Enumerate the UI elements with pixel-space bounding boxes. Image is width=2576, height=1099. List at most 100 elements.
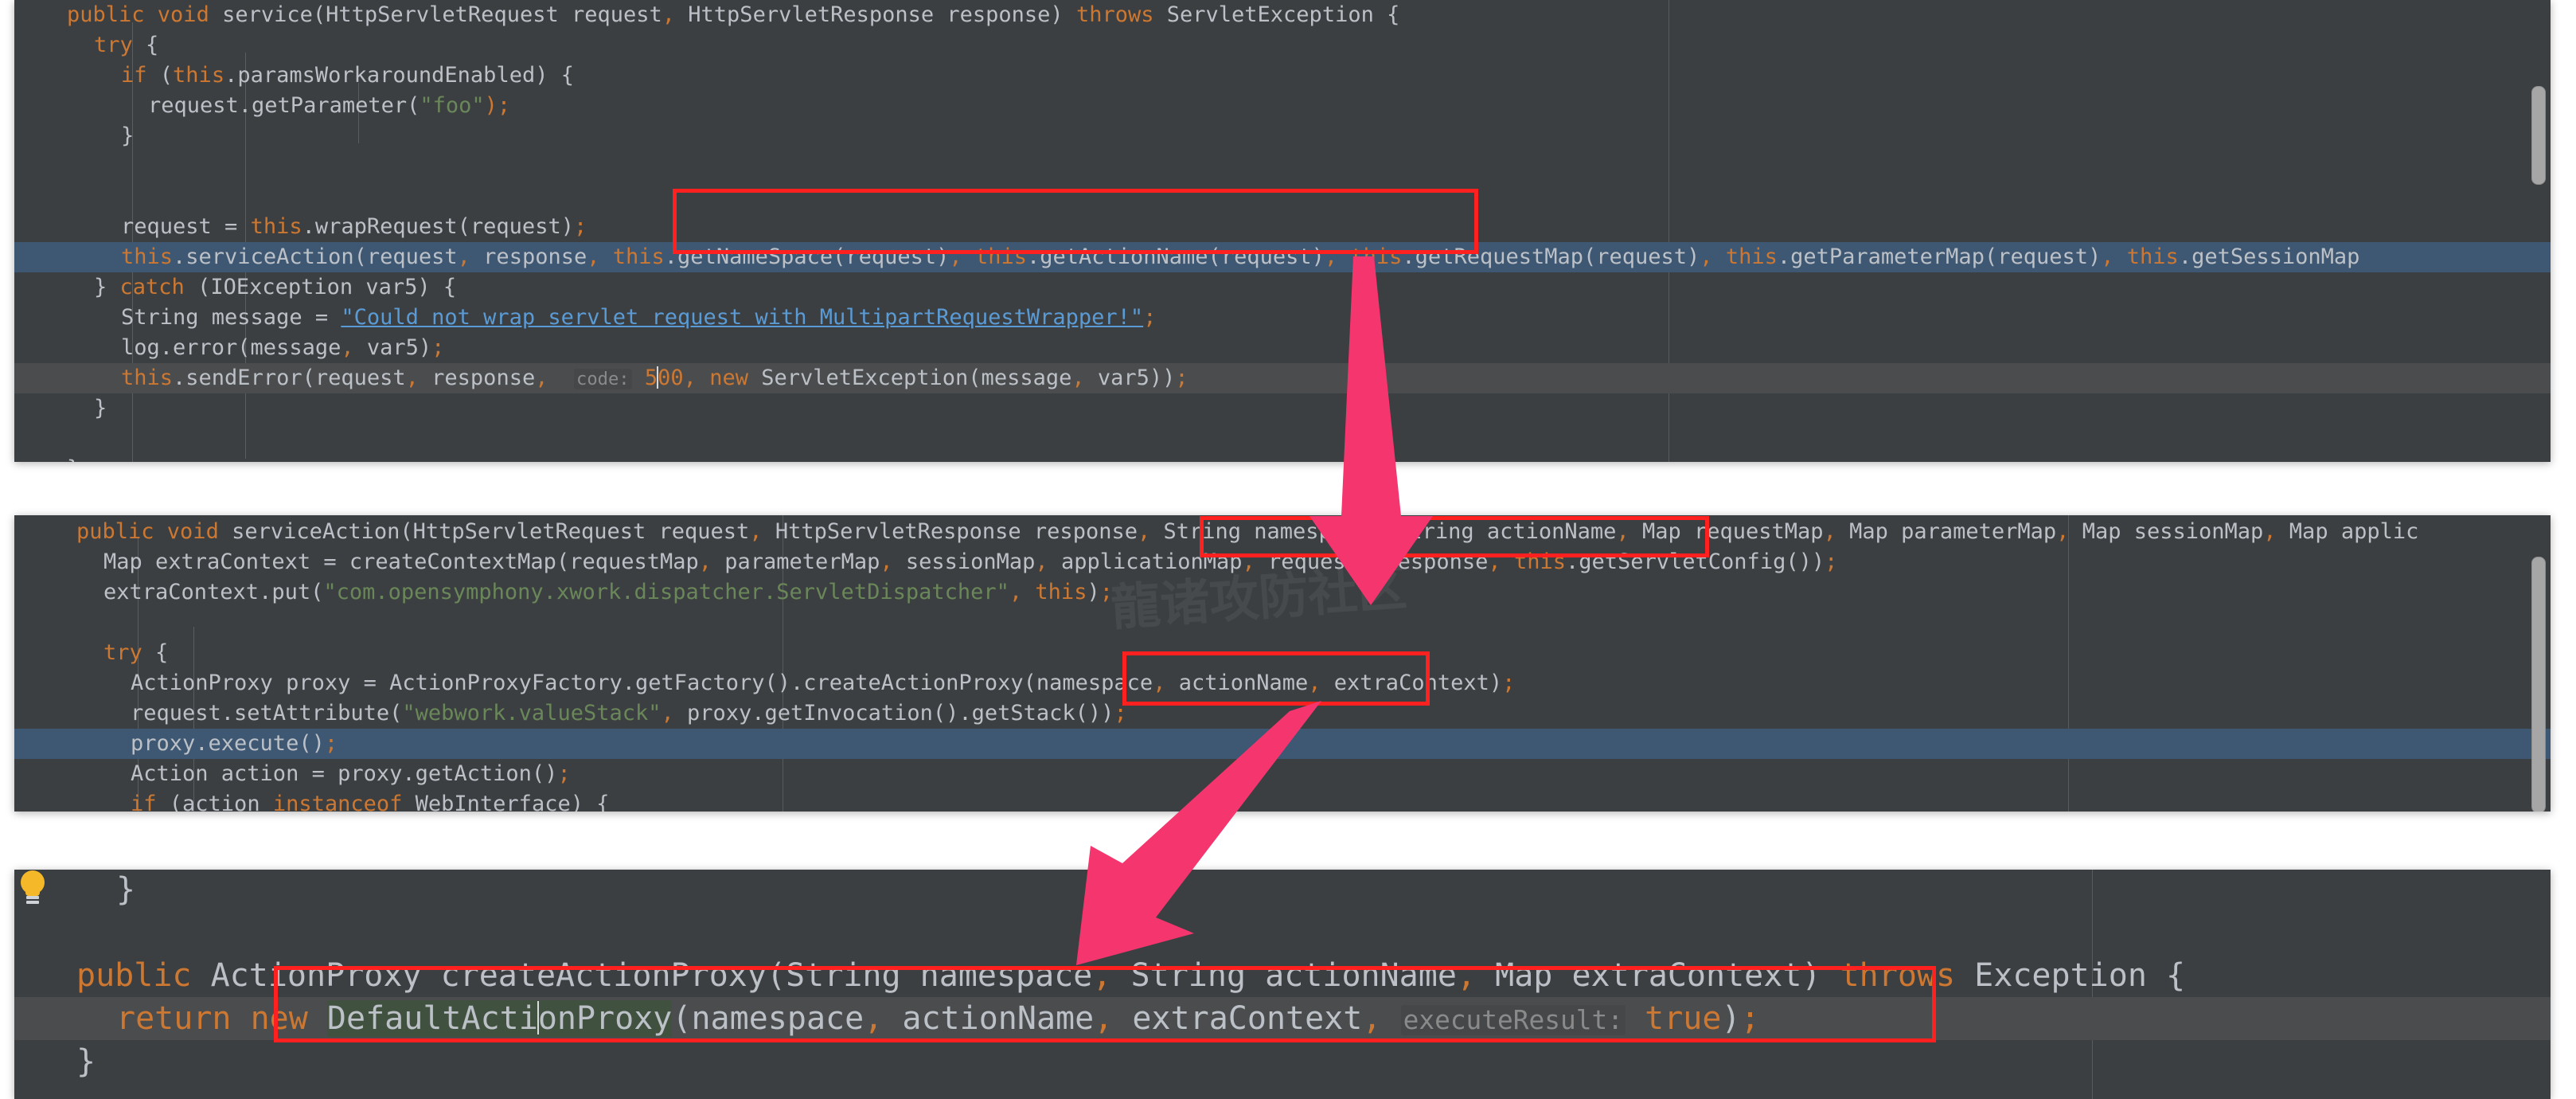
code-token: String message =	[121, 305, 342, 330]
code-token: );	[484, 93, 511, 118]
code-token: ;	[1114, 701, 1127, 725]
code-line[interactable]: Action action = proxy.getAction();	[14, 759, 2551, 789]
code-token: this	[1035, 580, 1087, 604]
code-area-create-action-proxy[interactable]: } public ActionProxy createActionProxy(St…	[14, 870, 2551, 1099]
code-line[interactable]: log.error(message, var5);	[14, 333, 2551, 363]
code-token: ,	[880, 550, 893, 574]
code-area-service-action[interactable]: 龍诸攻防社区 public void serviceAction(HttpSer…	[14, 515, 2551, 812]
code-token: Map sessionMap	[2069, 519, 2264, 544]
code-token: ,	[1092, 957, 1112, 994]
panel-service-action-vscrollbar[interactable]	[2531, 557, 2546, 812]
code-line[interactable]: }	[14, 870, 2551, 911]
code-line[interactable]: }	[14, 121, 2551, 151]
code-token: parameterMap	[712, 550, 880, 574]
code-line[interactable]: public ActionProxy createActionProxy(Str…	[14, 954, 2551, 997]
code-token: ,	[1071, 366, 1085, 390]
code-line-text: Action action = proxy.getAction();	[14, 759, 571, 789]
code-token: .getSessionMap	[2178, 244, 2360, 269]
code-line[interactable]: public void service(HttpServletRequest r…	[14, 0, 2551, 30]
code-line[interactable]: if (this.paramsWorkaroundEnabled) {	[14, 61, 2551, 91]
code-token: public	[76, 957, 211, 994]
code-token: ,	[1137, 519, 1151, 544]
code-line[interactable]: public void serviceAction(HttpServletReq…	[14, 517, 2551, 547]
code-token: this	[974, 244, 1027, 269]
code-line-text: }	[14, 1040, 96, 1083]
code-token: this	[121, 366, 174, 390]
code-token: .getServletConfig())	[1565, 550, 1825, 574]
code-token: ;	[1175, 366, 1188, 390]
code-token: extraContext	[1113, 1000, 1363, 1037]
code-line[interactable]: if (action instanceof WebInterface) {	[14, 789, 2551, 812]
code-line[interactable]: }	[14, 393, 2551, 424]
code-line[interactable]: try {	[14, 638, 2551, 668]
code-line-text: extraContext.put("com.opensymphony.xwork…	[14, 577, 1113, 608]
code-token: ServletException {	[1166, 2, 1400, 27]
code-line[interactable]: ActionProxy proxy = ActionProxyFactory.g…	[14, 668, 2551, 698]
code-token: }	[121, 123, 135, 148]
editor-panel-create-action-proxy[interactable]: } public ActionProxy createActionProxy(St…	[14, 870, 2551, 1099]
code-token: ,	[341, 335, 354, 360]
code-line[interactable]	[14, 182, 2551, 212]
code-line[interactable]	[14, 424, 2551, 454]
code-line-text: public ActionProxy createActionProxy(Str…	[14, 954, 2185, 997]
code-line[interactable]: this.sendError(request, response, code: …	[14, 363, 2551, 393]
code-line[interactable]: } catch (IOException var5) {	[14, 272, 2551, 303]
code-token: ,	[1616, 519, 1630, 544]
code-line[interactable]: }	[14, 454, 2551, 462]
code-token: .wrapRequest(request)	[302, 214, 574, 239]
code-line[interactable]: extraContext.put("com.opensymphony.xwork…	[14, 577, 2551, 608]
code-line[interactable]: request = this.wrapRequest(request);	[14, 212, 2551, 242]
code-token: ;	[431, 335, 445, 360]
code-token: serviceAction(HttpServletRequest request	[232, 519, 750, 544]
code-line-text: request.getParameter("foo");	[14, 91, 510, 121]
code-line[interactable]: Map extraContext = createContextMap(requ…	[14, 547, 2551, 577]
code-token: ,	[1242, 550, 1255, 574]
code-token: }	[94, 396, 107, 420]
code-line-text: request = this.wrapRequest(request);	[14, 212, 587, 242]
code-line[interactable]: request.setAttribute("webwork.valueStack…	[14, 698, 2551, 729]
code-token: proxy.getInvocation().getStack())	[673, 701, 1114, 725]
code-token: (namespace	[672, 1000, 865, 1037]
code-token: request.getParameter(	[148, 93, 420, 118]
code-line[interactable]	[14, 151, 2551, 182]
code-token: String namespace	[1150, 519, 1371, 544]
code-token: {	[155, 640, 169, 665]
code-area-service[interactable]: public void service(HttpServletRequest r…	[14, 0, 2551, 462]
code-token: ,	[683, 366, 697, 390]
panel-service-vscrollbar[interactable]	[2531, 86, 2546, 185]
code-token: throws	[1840, 957, 1975, 994]
code-token: (IOException var5) {	[197, 275, 457, 299]
code-token: ,	[1823, 519, 1836, 544]
code-token: ,	[1324, 244, 1338, 269]
code-line[interactable]	[14, 911, 2551, 954]
code-line[interactable]: try {	[14, 30, 2551, 61]
code-line-text: this.sendError(request, response, code: …	[14, 363, 1188, 394]
code-token: ;	[1740, 1000, 1760, 1037]
code-token: log.error(message	[121, 335, 342, 360]
code-token: .getRequestMap(request)	[1402, 244, 1700, 269]
code-line[interactable]: proxy.execute();	[14, 729, 2551, 759]
code-token: ,	[1370, 519, 1384, 544]
code-token: .serviceAction(request	[173, 244, 458, 269]
code-token: new	[709, 366, 762, 390]
code-line[interactable]: }	[14, 1040, 2551, 1083]
code-line[interactable]: String message = "Could not wrap servlet…	[14, 303, 2551, 333]
code-token: ,	[1153, 671, 1166, 695]
code-line[interactable]: this.serviceAction(request, response, th…	[14, 242, 2551, 272]
editor-panel-service-action[interactable]: 龍诸攻防社区 public void serviceAction(HttpSer…	[14, 515, 2551, 812]
code-line[interactable]: return new DefaultActionProxy(namespace,…	[14, 997, 2551, 1040]
code-line[interactable]	[14, 608, 2551, 638]
code-token: public	[67, 2, 158, 27]
code-token: HttpServletResponse response)	[675, 2, 1076, 27]
code-line-text: }	[14, 393, 107, 424]
code-token: proxy.execute()	[131, 731, 325, 756]
code-token: instanceof	[272, 792, 416, 812]
code-line[interactable]: request.getParameter("foo");	[14, 91, 2551, 121]
code-token: ,	[749, 519, 763, 544]
editor-panel-service[interactable]: public void service(HttpServletRequest r…	[14, 0, 2551, 462]
